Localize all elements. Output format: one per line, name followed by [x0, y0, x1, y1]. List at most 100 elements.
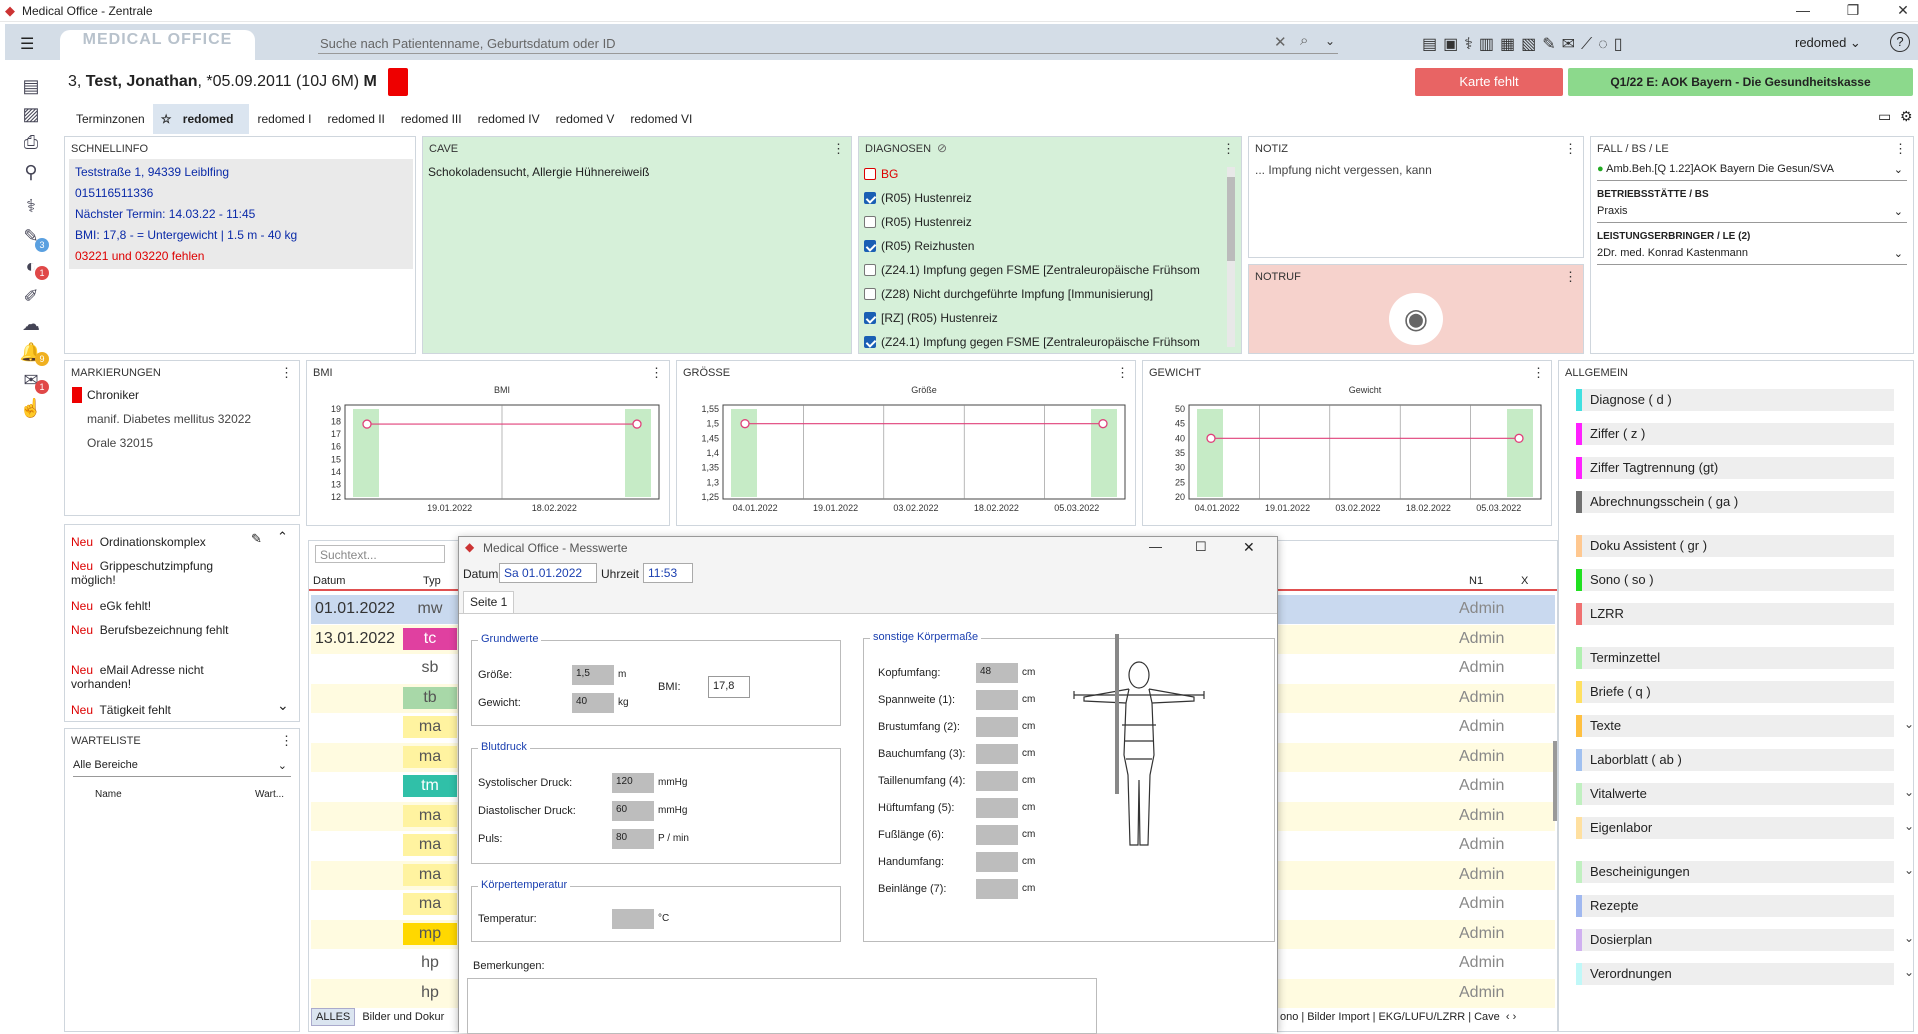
- tab-seite-1[interactable]: Seite 1: [463, 591, 515, 613]
- tab-redomed-iv[interactable]: redomed IV: [470, 108, 548, 130]
- groesse-field[interactable]: 1,5: [572, 665, 614, 685]
- more-icon[interactable]: ⋮: [1894, 141, 1907, 157]
- allgemein-item[interactable]: Rezepte: [1576, 895, 1894, 917]
- more-icon[interactable]: ⋮: [832, 141, 845, 157]
- more-icon[interactable]: ⋮: [1222, 141, 1235, 157]
- insurance-button[interactable]: Q1/22 E: AOK Bayern - Die Gesundheitskas…: [1568, 68, 1913, 96]
- allgemein-item[interactable]: Briefe ( q ): [1576, 681, 1894, 703]
- bereich-select[interactable]: Alle Bereiche ⌄: [73, 759, 291, 777]
- help-button[interactable]: ?: [1890, 32, 1910, 52]
- mass-field[interactable]: [976, 825, 1018, 845]
- mass-field[interactable]: [976, 798, 1018, 818]
- column-x[interactable]: X: [1521, 575, 1528, 587]
- minimize-button[interactable]: —: [1149, 539, 1162, 554]
- column-n1[interactable]: N1: [1469, 575, 1483, 587]
- tab-redomed[interactable]: ☆ redomed: [152, 104, 250, 134]
- document-icon[interactable]: ▤: [19, 76, 43, 98]
- allgemein-item[interactable]: Texte ⌄: [1576, 715, 1914, 737]
- fall-select[interactable]: ● Amb.Beh.[Q 1.22]AOK Bayern Die Gesun/S…: [1597, 163, 1907, 181]
- mass-field[interactable]: [976, 771, 1018, 791]
- mass-field[interactable]: [976, 690, 1018, 710]
- check-icon[interactable]: ⊘: [937, 141, 947, 155]
- table-search-input[interactable]: Suchtext...: [315, 545, 445, 563]
- scrollbar[interactable]: [1115, 634, 1119, 794]
- chevron-down-icon[interactable]: ⌄: [1904, 965, 1914, 979]
- chevron-down-icon[interactable]: ⌄: [277, 697, 289, 714]
- mass-field[interactable]: [976, 717, 1018, 737]
- column-datum[interactable]: Datum: [313, 575, 345, 587]
- le-select[interactable]: 2Dr. med. Konrad Kastenmann ⌄: [1597, 247, 1907, 265]
- allgemein-item[interactable]: Laborblatt ( ab ): [1576, 749, 1894, 771]
- allgemein-item[interactable]: Eigenlabor ⌄: [1576, 817, 1914, 839]
- tab-redomed-iii[interactable]: redomed III: [393, 108, 470, 130]
- close-button[interactable]: ✕: [1243, 539, 1255, 556]
- chevron-down-icon[interactable]: ⌄: [1904, 931, 1914, 945]
- handshake-icon[interactable]: ☝: [19, 398, 43, 420]
- minimize-button[interactable]: —: [1788, 2, 1818, 18]
- allgemein-item[interactable]: Ziffer Tagtrennung (gt): [1576, 457, 1894, 479]
- diastolic-field[interactable]: 60: [612, 801, 654, 821]
- edit-icon[interactable]: ✎: [251, 531, 262, 547]
- scrollbar[interactable]: [1553, 741, 1557, 821]
- notification-item[interactable]: Ordinationskomplex: [100, 535, 206, 549]
- tab-redomed-v[interactable]: redomed V: [548, 108, 623, 130]
- tab-redomed-vi[interactable]: redomed VI: [622, 108, 700, 130]
- notification-item[interactable]: Grippeschutzimpfung möglich!: [71, 559, 213, 587]
- allgemein-item[interactable]: Terminzettel: [1576, 647, 1894, 669]
- checkbox[interactable]: [864, 168, 876, 180]
- tab-alles[interactable]: ALLES: [311, 1008, 356, 1026]
- datum-field[interactable]: Sa 01.01.2022: [499, 563, 597, 583]
- chevron-down-icon[interactable]: ⌄: [1904, 717, 1914, 731]
- allgemein-item[interactable]: LZRR: [1576, 603, 1894, 625]
- notification-item[interactable]: Tätigkeit fehlt: [99, 703, 170, 717]
- allgemein-item[interactable]: Doku Assistent ( gr ): [1576, 535, 1894, 557]
- allgemein-item[interactable]: Abrechnungsschein ( ga ): [1576, 491, 1894, 513]
- checkbox[interactable]: [864, 312, 876, 324]
- search-input[interactable]: Suche nach Patientenname, Geburtsdatum o…: [318, 32, 1338, 54]
- checkbox[interactable]: [864, 192, 876, 204]
- gewicht-field[interactable]: 40: [572, 693, 614, 713]
- chevron-down-icon[interactable]: ⌄: [1904, 785, 1914, 799]
- cloud-icon[interactable]: ☁: [19, 314, 43, 336]
- maximize-button[interactable]: ☐: [1195, 539, 1207, 555]
- mass-field[interactable]: [976, 744, 1018, 764]
- column-header[interactable]: Name: [95, 789, 122, 800]
- hamburger-icon[interactable]: ☰: [20, 34, 34, 54]
- tab-bilder[interactable]: Bilder und Dokur: [358, 1009, 448, 1025]
- status-flag[interactable]: [388, 68, 408, 96]
- search-icon[interactable]: ⌕: [1300, 32, 1308, 49]
- layout-icon[interactable]: ▭: [1878, 108, 1891, 125]
- allgemein-item[interactable]: Diagnose ( d ): [1576, 389, 1894, 411]
- checkbox[interactable]: [864, 216, 876, 228]
- bs-select[interactable]: Praxis ⌄: [1597, 205, 1907, 223]
- scroll-arrows-icon[interactable]: ‹ ›: [1506, 1011, 1516, 1023]
- karte-fehlt-button[interactable]: Karte fehlt: [1415, 68, 1563, 96]
- chevron-down-icon[interactable]: ⌄: [1904, 863, 1914, 877]
- tab-cave[interactable]: Cave: [1471, 1009, 1503, 1025]
- uhrzeit-field[interactable]: 11:53: [643, 563, 693, 583]
- settings-icon[interactable]: ⚙: [1900, 108, 1913, 125]
- user-search-icon[interactable]: ⚲: [19, 162, 43, 184]
- allgemein-item[interactable]: Verordnungen ⌄: [1576, 963, 1914, 985]
- systolic-field[interactable]: 120: [612, 773, 654, 793]
- notification-item[interactable]: eGk fehlt!: [100, 599, 151, 613]
- more-icon[interactable]: ⋮: [280, 365, 293, 381]
- more-icon[interactable]: ⋮: [1564, 141, 1577, 157]
- tab-terminzonen[interactable]: Terminzonen: [68, 108, 153, 130]
- tab-redomed-i[interactable]: redomed I: [249, 108, 319, 130]
- more-icon[interactable]: ⋮: [1564, 269, 1577, 285]
- puls-field[interactable]: 80: [612, 829, 654, 849]
- column-typ[interactable]: Typ: [423, 575, 441, 587]
- tab-sono[interactable]: ono: [1277, 1009, 1301, 1025]
- more-icon[interactable]: ⋮: [280, 733, 293, 749]
- mass-field[interactable]: [976, 879, 1018, 899]
- allgemein-item[interactable]: Vitalwerte ⌄: [1576, 783, 1914, 805]
- mass-field[interactable]: [976, 852, 1018, 872]
- image-icon[interactable]: ▨: [19, 104, 43, 126]
- close-button[interactable]: ✕: [1888, 2, 1918, 19]
- temperatur-field[interactable]: [612, 909, 654, 929]
- chevron-down-icon[interactable]: ⌄: [1904, 819, 1914, 833]
- column-header[interactable]: Wart...: [255, 789, 284, 800]
- emergency-button-icon[interactable]: ◉: [1389, 293, 1443, 345]
- tab-ekg[interactable]: EKG/LUFU/LZRR: [1375, 1009, 1468, 1025]
